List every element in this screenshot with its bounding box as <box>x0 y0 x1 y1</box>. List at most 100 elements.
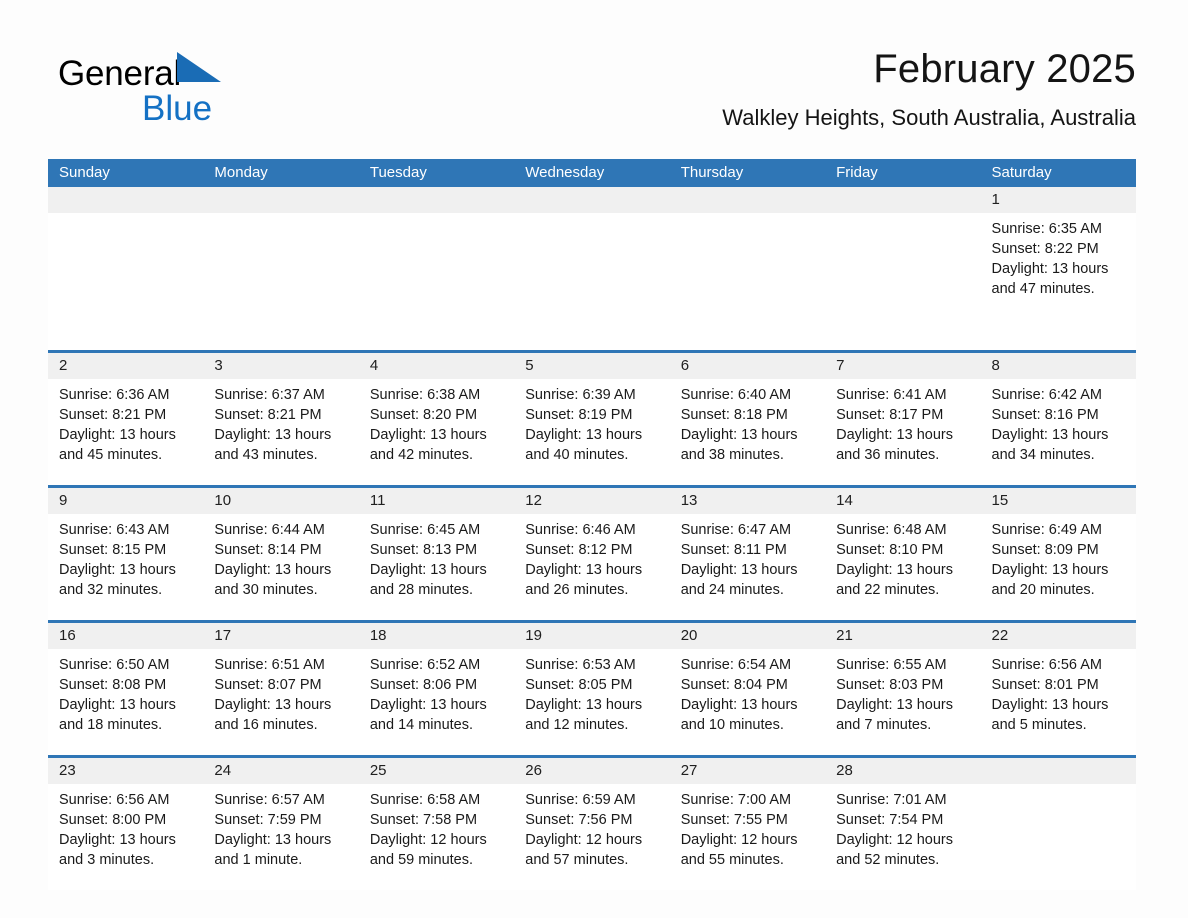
daylight-text: Daylight: 12 hours and 57 minutes. <box>525 832 643 868</box>
day-cell[interactable]: 27 Sunrise: 7:00 AM Sunset: 7:55 PM Dayligh… <box>669 758 826 890</box>
sunset-text: Sunset: 8:19 PM <box>525 407 633 423</box>
sunset-text: Sunset: 8:09 PM <box>991 542 1099 558</box>
sunrise-text: Sunrise: 6:47 AM <box>680 522 792 538</box>
day-cell[interactable]: 18 Sunrise: 6:52 AM Sunset: 8:06 PM Dayligh… <box>358 623 515 755</box>
sunrise-text: Sunrise: 6:46 AM <box>525 522 636 538</box>
sunrise-text: Sunrise: 6:41 AM <box>836 387 947 403</box>
day-cell[interactable]: 4 Sunrise: 6:38 AM Sunset: 8:20 PM Daylight… <box>358 353 515 485</box>
sunset-text: Sunset: 8:12 PM <box>525 542 633 558</box>
day-cell[interactable]: 9 Sunrise: 6:43 AM Sunset: 8:15 PM Daylight… <box>48 488 204 620</box>
sunset-text: Sunset: 8:20 PM <box>369 407 478 423</box>
daylight-text: Daylight: 13 hours and 18 minutes. <box>59 697 176 733</box>
page-header: General Blue February 2025 Walkley Heigh… <box>48 44 1136 154</box>
sunrise-text: Sunrise: 6:40 AM <box>680 387 792 403</box>
day-cell[interactable]: 20 Sunrise: 6:54 AM Sunset: 8:04 PM Dayligh… <box>669 623 826 755</box>
sunrise-text: Sunrise: 6:56 AM <box>991 657 1102 673</box>
day-number: 12 <box>514 488 670 514</box>
generalblue-logo[interactable]: General Blue <box>58 52 358 132</box>
day-details: Sunrise: 6:40 AM Sunset: 8:18 PM Daylight:… <box>670 379 825 465</box>
sunrise-text: Sunrise: 6:54 AM <box>680 657 792 673</box>
day-cell[interactable]: 3 Sunrise: 6:37 AM Sunset: 8:21 PM Daylight… <box>203 353 359 485</box>
sunrise-text: Sunrise: 7:00 AM <box>680 792 792 808</box>
day-number <box>48 187 204 213</box>
triangle-icon <box>177 52 222 82</box>
day-number <box>358 187 515 213</box>
day-cell[interactable]: 19 Sunrise: 6:53 AM Sunset: 8:05 PM Dayligh… <box>514 623 670 755</box>
day-number: 26 <box>514 758 670 784</box>
sunrise-text: Sunrise: 6:51 AM <box>214 657 325 673</box>
day-number: 20 <box>669 623 826 649</box>
day-details: Sunrise: 6:42 AM Sunset: 8:16 PM Daylight:… <box>981 379 1136 465</box>
daylight-text: Daylight: 13 hours and 28 minutes. <box>369 562 487 598</box>
day-details: Sunrise: 6:59 AM Sunset: 7:56 PM Daylight:… <box>514 784 669 870</box>
sunrise-text: Sunrise: 6:37 AM <box>214 387 325 403</box>
day-cell[interactable]: 8 Sunrise: 6:42 AM Sunset: 8:16 PM Daylight… <box>980 353 1136 485</box>
day-details: Sunrise: 6:39 AM Sunset: 8:19 PM Daylight:… <box>514 379 669 465</box>
sunrise-text: Sunrise: 6:55 AM <box>836 657 947 673</box>
day-cell[interactable]: 17 Sunrise: 6:51 AM Sunset: 8:07 PM Dayligh… <box>203 623 359 755</box>
day-number: 17 <box>203 623 359 649</box>
day-cell[interactable]: 24 Sunrise: 6:57 AM Sunset: 7:59 PM Dayligh… <box>203 758 359 890</box>
sunset-text: Sunset: 7:55 PM <box>680 812 788 828</box>
day-details: Sunrise: 7:01 AM Sunset: 7:54 PM Daylight:… <box>825 784 980 870</box>
day-cell[interactable]: 15 Sunrise: 6:49 AM Sunset: 8:09 PM Dayligh… <box>980 488 1136 620</box>
day-cell[interactable]: 6 Sunrise: 6:40 AM Sunset: 8:18 PM Daylight… <box>669 353 826 485</box>
sunset-text: Sunset: 8:15 PM <box>59 542 167 558</box>
daylight-text: Daylight: 12 hours and 55 minutes. <box>680 832 798 868</box>
sunrise-text: Sunrise: 6:38 AM <box>369 387 481 403</box>
day-cell-empty <box>669 187 826 350</box>
sunset-text: Sunset: 8:21 PM <box>59 407 167 423</box>
sunset-text: Sunset: 8:13 PM <box>369 542 478 558</box>
weekday-header-thursday: Thursday <box>680 164 744 181</box>
calendar-week-row: 9 Sunrise: 6:43 AM Sunset: 8:15 PM Daylight… <box>48 485 1136 620</box>
daylight-text: Daylight: 13 hours and 36 minutes. <box>836 427 953 463</box>
week-cells: 9 Sunrise: 6:43 AM Sunset: 8:15 PM Daylight… <box>48 488 1136 620</box>
day-number: 2 <box>48 353 204 379</box>
day-cell[interactable]: 10 Sunrise: 6:44 AM Sunset: 8:14 PM Dayligh… <box>203 488 359 620</box>
weekday-header-row: Sunday Monday Tuesday Wednesday Thursday Frid… <box>48 159 1136 187</box>
day-details: Sunrise: 6:55 AM Sunset: 8:03 PM Daylight:… <box>825 649 980 735</box>
day-cell[interactable]: 23 Sunrise: 6:56 AM Sunset: 8:00 PM Dayligh… <box>48 758 204 890</box>
day-cell[interactable]: 11 Sunrise: 6:45 AM Sunset: 8:13 PM Dayligh… <box>358 488 515 620</box>
sunrise-text: Sunrise: 6:59 AM <box>525 792 636 808</box>
day-cell[interactable]: 13 Sunrise: 6:47 AM Sunset: 8:11 PM Dayligh… <box>669 488 826 620</box>
day-cell[interactable]: 2 Sunrise: 6:36 AM Sunset: 8:21 PM Daylight… <box>48 353 204 485</box>
calendar-grid: Sunday Monday Tuesday Wednesday Thursday Frid… <box>48 159 1136 890</box>
daylight-text: Daylight: 13 hours and 45 minutes. <box>59 427 176 463</box>
day-number <box>514 187 670 213</box>
day-cell[interactable]: 25 Sunrise: 6:58 AM Sunset: 7:58 PM Dayligh… <box>358 758 515 890</box>
daylight-text: Daylight: 13 hours and 38 minutes. <box>680 427 798 463</box>
daylight-text: Daylight: 13 hours and 30 minutes. <box>214 562 332 598</box>
daylight-text: Daylight: 13 hours and 47 minutes. <box>991 261 1109 297</box>
day-cell[interactable]: 12 Sunrise: 6:46 AM Sunset: 8:12 PM Dayligh… <box>514 488 670 620</box>
day-cell[interactable]: 21 Sunrise: 6:55 AM Sunset: 8:03 PM Dayligh… <box>825 623 981 755</box>
day-cell[interactable]: 26 Sunrise: 6:59 AM Sunset: 7:56 PM Dayligh… <box>514 758 670 890</box>
daylight-text: Daylight: 13 hours and 40 minutes. <box>525 427 643 463</box>
day-cell[interactable]: 14 Sunrise: 6:48 AM Sunset: 8:10 PM Dayligh… <box>825 488 981 620</box>
sunset-text: Sunset: 7:58 PM <box>369 812 478 828</box>
day-cell[interactable]: 5 Sunrise: 6:39 AM Sunset: 8:19 PM Daylight… <box>514 353 670 485</box>
sunrise-text: Sunrise: 6:49 AM <box>991 522 1102 538</box>
day-cell[interactable]: 1 Sunrise: 6:35 AM Sunset: 8:22 PM Daylight… <box>980 187 1136 350</box>
sunset-text: Sunset: 8:08 PM <box>59 677 167 693</box>
day-number: 28 <box>825 758 981 784</box>
day-cell[interactable]: 28 Sunrise: 7:01 AM Sunset: 7:54 PM Dayligh… <box>825 758 981 890</box>
day-number: 15 <box>980 488 1136 514</box>
day-details: Sunrise: 6:53 AM Sunset: 8:05 PM Daylight:… <box>514 649 669 735</box>
day-cell[interactable]: 22 Sunrise: 6:56 AM Sunset: 8:01 PM Dayligh… <box>980 623 1136 755</box>
sunrise-text: Sunrise: 6:39 AM <box>525 387 636 403</box>
calendar-week-row: 2 Sunrise: 6:36 AM Sunset: 8:21 PM Daylight… <box>48 350 1136 485</box>
day-cell-empty <box>203 187 359 350</box>
sunset-text: Sunset: 8:11 PM <box>680 542 787 558</box>
day-number: 24 <box>203 758 359 784</box>
sunset-text: Sunset: 8:16 PM <box>991 407 1099 423</box>
day-cell[interactable]: 16 Sunrise: 6:50 AM Sunset: 8:08 PM Dayligh… <box>48 623 204 755</box>
day-cell[interactable]: 7 Sunrise: 6:41 AM Sunset: 8:17 PM Daylight… <box>825 353 981 485</box>
sunrise-text: Sunrise: 6:58 AM <box>369 792 481 808</box>
sunset-text: Sunset: 8:03 PM <box>836 677 944 693</box>
sunrise-text: Sunrise: 6:43 AM <box>59 522 170 538</box>
daylight-text: Daylight: 13 hours and 5 minutes. <box>991 697 1109 733</box>
sunset-text: Sunset: 8:18 PM <box>680 407 788 423</box>
day-details: Sunrise: 6:43 AM Sunset: 8:15 PM Daylight:… <box>48 514 203 600</box>
sunset-text: Sunset: 8:01 PM <box>991 677 1099 693</box>
